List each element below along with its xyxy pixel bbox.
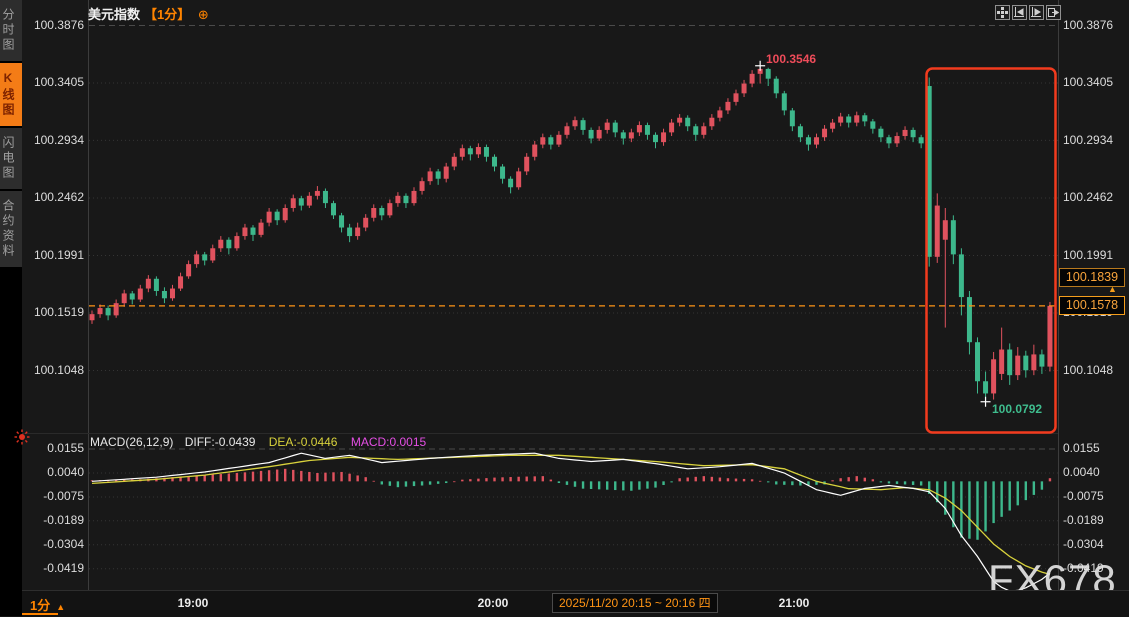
y-axis-label: 100.1991 [33,248,84,262]
candlestick-macd-chart[interactable] [0,0,1129,616]
high-price-annotation: 100.3546 [766,52,817,66]
y-axis-label: 100.2934 [33,133,84,147]
y-axis-label: 100.2934 [1063,133,1114,147]
sidebar: 分时图 K线图 闪电图 合约资料 [0,0,22,616]
macd-y-label: -0.0189 [1063,513,1104,527]
macd-y-label: -0.0075 [43,489,84,503]
crosshair-move-icon[interactable] [995,5,1010,20]
chart-stage: 分时图 K线图 闪电图 合约资料 美元指数 【1分】 ⊕ 100.3876 100… [0,0,1129,617]
macd-header: MACD(26,12,9) DIFF:-0.0439 DEA:-0.0446 M… [90,435,426,449]
macd-y-label: -0.0189 [43,513,84,527]
chart-toolbar [995,5,1061,20]
macd-hist-value: MACD:0.0015 [350,435,427,449]
axis-fit-right-icon[interactable] [1029,5,1044,20]
y-axis-label: 100.3405 [1063,75,1114,89]
current-price-box: 100.1578 [1059,296,1125,315]
y-axis-label: 100.1519 [33,305,84,319]
y-axis-label: 100.1991 [1063,248,1114,262]
y-axis-label: 100.1048 [33,363,84,377]
time-label: 21:00 [778,596,810,610]
macd-y-label: -0.0304 [1063,537,1104,551]
macd-diff-value: DIFF:-0.0439 [184,435,256,449]
low-price-annotation: 100.0792 [992,402,1043,416]
y-axis-label: 100.2462 [33,190,84,204]
macd-y-label: 0.0040 [47,465,84,479]
y-axis-label: 100.3876 [1063,18,1114,32]
indicator-settings-icon[interactable] [14,429,30,450]
sidebar-tab-lightning[interactable]: 闪电图 [0,128,22,189]
period-selector[interactable]: 1分 ▲ [30,595,65,614]
settings-icon[interactable]: ⊕ [198,7,209,22]
period-badge: 【1分】 [144,7,191,22]
candle-date-tooltip: 2025/11/20 20:15 ~ 20:16 四 [552,593,718,613]
sidebar-tab-kline[interactable]: K线图 [0,63,22,126]
macd-y-label: -0.0419 [43,561,84,575]
macd-dea-value: DEA:-0.0446 [268,435,338,449]
pan-right-icon[interactable] [1046,5,1061,20]
time-label: 20:00 [477,596,509,610]
triangle-up-icon: ▲ [56,602,66,612]
sidebar-tab-contract-info[interactable]: 合约资料 [0,191,22,267]
y-axis-label: 100.2462 [1063,190,1114,204]
axis-fit-left-icon[interactable] [1012,5,1027,20]
macd-y-label: 0.0155 [47,441,84,455]
macd-params: MACD(26,12,9) [90,435,174,449]
period-underline [18,613,58,615]
macd-y-label: -0.0075 [1063,489,1104,503]
macd-y-label: 0.0155 [1063,441,1100,455]
y-axis-label: 100.1048 [1063,363,1114,377]
y-axis-label: 100.3876 [33,18,84,32]
time-label: 19:00 [177,596,209,610]
macd-y-label: -0.0304 [43,537,84,551]
time-axis-bar: 1分 ▲ 19:00 20:00 21:00 2025/11/20 20:15 ~… [0,590,1129,617]
symbol-title: 美元指数 [88,7,141,22]
macd-y-label: 0.0040 [1063,465,1100,479]
chart-header: 美元指数 【1分】 ⊕ [88,4,209,23]
price-up-arrow-icon: ▲ [1108,284,1117,294]
sidebar-tab-timeline[interactable]: 分时图 [0,0,22,61]
y-axis-label: 100.3405 [33,75,84,89]
